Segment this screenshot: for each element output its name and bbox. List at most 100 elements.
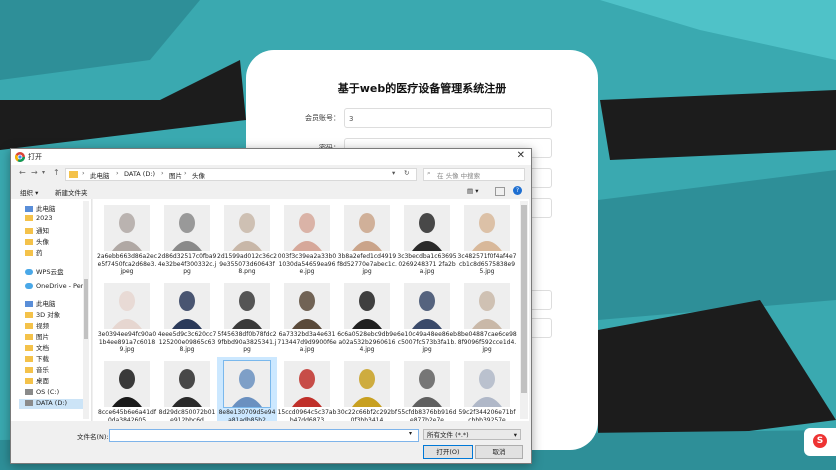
portrait-image bbox=[404, 205, 450, 251]
file-name: 6c6a0528ebc9db9ea02a532b29606164.jpg bbox=[337, 331, 397, 353]
file-grid-scrollbar[interactable] bbox=[520, 201, 528, 419]
breadcrumb-item[interactable]: DATA (D:) bbox=[124, 170, 155, 178]
preview-pane-icon[interactable] bbox=[495, 187, 505, 196]
sidebar-item[interactable]: 音乐 bbox=[25, 364, 49, 374]
file-grid: 2a6ebb663d86a2ece5f7450fca2d68e3.jpeg 2d8… bbox=[93, 199, 529, 447]
sidebar-item[interactable]: 通知 bbox=[25, 225, 49, 235]
file-name: 2a6ebb663d86a2ece5f7450fca2d68e3.jpeg bbox=[97, 253, 157, 275]
sidebar-item-label: 此电脑 bbox=[36, 205, 56, 213]
file-item[interactable]: 6e10c49a48ee86ebc5007fc573b3fa1b.jpg bbox=[397, 279, 457, 369]
portrait-image bbox=[104, 205, 150, 251]
photo-thumbnail bbox=[164, 283, 210, 329]
photo-thumbnail bbox=[224, 283, 270, 329]
breadcrumb-separator: › bbox=[82, 169, 85, 177]
folder-icon bbox=[25, 312, 33, 318]
folder-icon bbox=[25, 228, 33, 234]
address-dropdown-icon[interactable]: ▾ bbox=[392, 169, 395, 177]
file-item[interactable]: 2a6ebb663d86a2ece5f7450fca2d68e3.jpeg bbox=[97, 201, 157, 291]
file-item[interactable]: 4eee5d9c3c620cc7125200e09865c638.jpg bbox=[157, 279, 217, 369]
sidebar-item[interactable]: 2023 bbox=[25, 214, 53, 224]
help-icon[interactable]: ? bbox=[513, 186, 522, 195]
sidebar-item[interactable]: OneDrive - Pers bbox=[25, 282, 87, 292]
forward-icon[interactable]: → bbox=[31, 168, 38, 177]
file-item[interactable]: 6c6a0528ebc9db9ea02a532b29606164.jpg bbox=[337, 279, 397, 369]
file-name: 3c482571f0f4af4e7cb1c8d6575838e95.jpg bbox=[457, 253, 517, 275]
organize-button[interactable]: 组织 ▾ bbox=[20, 187, 38, 197]
refresh-icon[interactable]: ↻ bbox=[404, 169, 409, 177]
photo-thumbnail bbox=[404, 283, 450, 329]
up-icon[interactable]: ↑ bbox=[53, 168, 60, 177]
file-name-input[interactable] bbox=[109, 429, 419, 442]
sidebar-item-label: 此电脑 bbox=[36, 300, 56, 308]
navigation-pane: 此电脑 2023 通知 头像药 WPS云盘 OneDrive - Pers 此电脑 3D 对象… bbox=[11, 199, 92, 421]
recent-chevron-icon[interactable]: ▾ bbox=[42, 169, 45, 176]
sidebar-item[interactable]: 此电脑 bbox=[25, 298, 56, 308]
chevron-down-icon: ▾ bbox=[513, 431, 517, 439]
file-name: 6a7332bd3a4e631713447d9d9900f6ea.jpg bbox=[277, 331, 337, 353]
breadcrumb-item[interactable]: 图片 bbox=[169, 170, 182, 180]
s-logo-icon: S bbox=[813, 434, 827, 448]
sidebar-item[interactable]: 下载 bbox=[25, 353, 49, 363]
breadcrumb[interactable]: › 此电脑 › DATA (D:) › 图片 › 头像 ▾ ↻ bbox=[65, 168, 417, 181]
sidebar-item[interactable]: 视频 bbox=[25, 320, 49, 330]
portrait-image bbox=[464, 361, 510, 407]
breadcrumb-separator: › bbox=[161, 169, 164, 177]
file-item[interactable]: 3e0394ee94fc90a01b4ee891a7c60189.jpg bbox=[97, 279, 157, 369]
photo-thumbnail bbox=[223, 360, 271, 408]
file-item[interactable]: 8be04887cae6ce988f9096f592cce1d4.jpg bbox=[457, 279, 517, 369]
file-name: 4eee5d9c3c620cc7125200e09865c638.jpg bbox=[157, 331, 217, 353]
sidebar-item[interactable]: 3D 对象 bbox=[25, 309, 60, 319]
new-folder-button[interactable]: 新建文件夹 bbox=[55, 187, 88, 197]
sidebar-item[interactable]: 此电脑 bbox=[25, 203, 56, 213]
file-item[interactable]: 003f3c39ea2a33b01030da54659ea96e.jpg bbox=[277, 201, 337, 291]
floating-badge[interactable]: S bbox=[804, 428, 836, 456]
portrait-image bbox=[464, 205, 510, 251]
cancel-button[interactable]: 取消 bbox=[475, 445, 523, 459]
photo-thumbnail bbox=[464, 205, 510, 251]
breadcrumb-item[interactable]: 头像 bbox=[192, 170, 205, 180]
sidebar-item[interactable]: 药 bbox=[25, 247, 43, 257]
sidebar-item-label: 2023 bbox=[36, 214, 53, 222]
sidebar-item[interactable]: WPS云盘 bbox=[25, 266, 63, 276]
photo-thumbnail bbox=[404, 361, 450, 407]
file-item[interactable]: 2d86d32517c0fba94e32be4f300332c.jpg bbox=[157, 201, 217, 291]
sidebar-item-label: 头像 bbox=[36, 238, 49, 246]
scrollbar-thumb[interactable] bbox=[84, 279, 88, 339]
file-item[interactable]: 6a7332bd3a4e631713447d9d9900f6ea.jpg bbox=[277, 279, 337, 369]
search-box[interactable]: ⌕ 在 头像 中搜索 bbox=[423, 168, 525, 181]
dialog-title: 打开 bbox=[28, 153, 42, 161]
account-input[interactable]: 3 bbox=[344, 108, 552, 128]
account-row: 会员账号： 3 bbox=[246, 108, 598, 130]
address-bar: ← → ▾ ↑ › 此电脑 › DATA (D:) › 图片 › 头像 ▾ ↻ … bbox=[11, 166, 531, 182]
close-icon[interactable]: ✕ bbox=[517, 150, 525, 161]
navigation-scrollbar[interactable] bbox=[83, 201, 89, 419]
sidebar-item-label: DATA (D:) bbox=[36, 399, 68, 407]
portrait-image bbox=[164, 283, 210, 329]
photo-thumbnail bbox=[104, 205, 150, 251]
back-icon[interactable]: ← bbox=[19, 168, 26, 177]
file-item[interactable]: 3c482571f0f4af4e7cb1c8d6575838e95.jpg bbox=[457, 201, 517, 291]
file-type-select[interactable]: 所有文件 (*.*) ▾ bbox=[423, 429, 521, 440]
photo-thumbnail bbox=[104, 361, 150, 407]
file-name: 2d1599ad012c36c29e355073d60643f8.png bbox=[217, 253, 277, 275]
sidebar-item[interactable]: OS (C:) bbox=[25, 388, 59, 398]
sidebar-item[interactable]: 桌面 bbox=[25, 375, 49, 385]
sidebar-item[interactable]: DATA (D:) bbox=[19, 399, 89, 409]
file-item[interactable]: 3c3becdba1c636950269248371 2fa2ba.jpg bbox=[397, 201, 457, 291]
photo-thumbnail bbox=[344, 205, 390, 251]
file-item[interactable]: 5f45638df0b78fdc29fbbd90a3825341.jpg bbox=[217, 279, 277, 369]
file-item[interactable]: 2d1599ad012c36c29e355073d60643f8.png bbox=[217, 201, 277, 291]
file-item[interactable]: 3b8a2efed1cd4919f8d52770e7abec1c.jpg bbox=[337, 201, 397, 291]
sidebar-item-label: 桌面 bbox=[36, 377, 49, 385]
file-name: 8be04887cae6ce988f9096f592cce1d4.jpg bbox=[457, 331, 517, 353]
scrollbar-thumb[interactable] bbox=[521, 205, 527, 393]
view-icon[interactable]: ▤ ▾ bbox=[467, 187, 478, 195]
breadcrumb-item[interactable]: 此电脑 bbox=[90, 170, 110, 180]
file-name-dropdown-icon[interactable]: ▾ bbox=[409, 430, 412, 437]
photo-thumbnail bbox=[464, 361, 510, 407]
sidebar-item[interactable]: 图片 bbox=[25, 331, 49, 341]
sidebar-item[interactable]: 头像 bbox=[25, 236, 49, 246]
sidebar-item[interactable]: 文档 bbox=[25, 342, 49, 352]
portrait-image bbox=[344, 283, 390, 329]
open-button[interactable]: 打开(O) bbox=[423, 445, 473, 459]
